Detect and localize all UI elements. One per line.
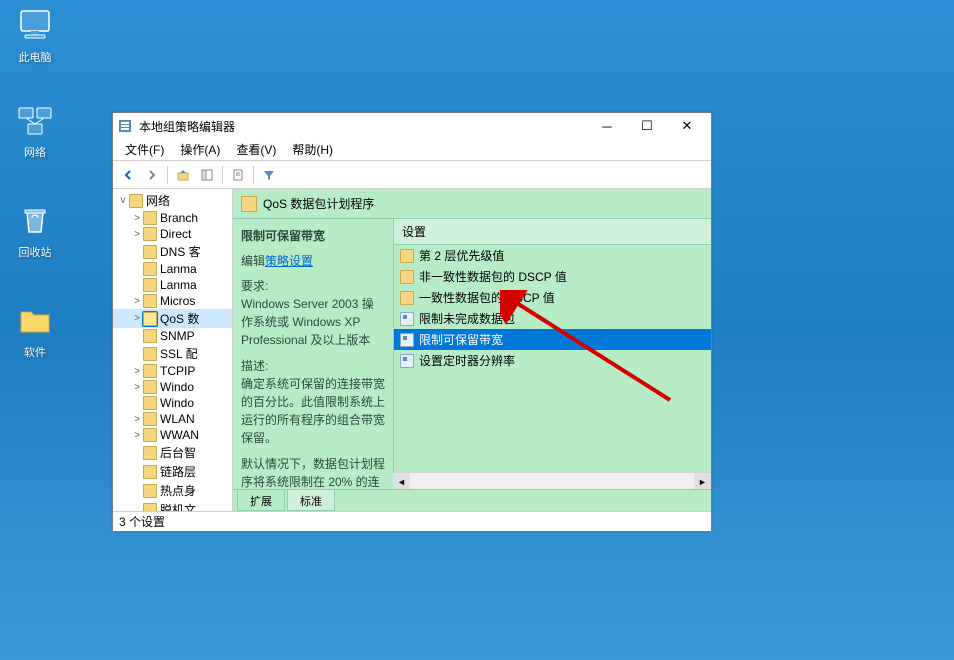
list-item[interactable]: 第 2 层优先级值 <box>394 245 711 266</box>
tree-node[interactable]: >Direct <box>113 226 232 242</box>
menu-help[interactable]: 帮助(H) <box>284 139 341 160</box>
computer-icon <box>15 5 55 45</box>
scroll-left-button[interactable]: ◄ <box>393 473 410 489</box>
show-hide-button[interactable] <box>196 164 218 186</box>
filter-button[interactable] <box>258 164 280 186</box>
tree-node[interactable]: SNMP <box>113 328 232 344</box>
tree-node-root[interactable]: v网络 <box>113 191 232 210</box>
list-item[interactable]: 一致性数据包的 DSCP 值 <box>394 287 711 308</box>
tree-node[interactable]: 脱机文 <box>113 500 232 511</box>
folder-icon <box>241 196 257 212</box>
desktop-icon-label: 此电脑 <box>5 49 65 65</box>
view-tabs: 扩展 标准 <box>233 489 711 511</box>
setting-icon <box>400 333 414 347</box>
tree-node[interactable]: >Micros <box>113 293 232 309</box>
description-pane: 限制可保留带宽 编辑策略设置 要求:Windows Server 2003 操作… <box>233 219 393 489</box>
list-item[interactable]: 设置定时器分辨率 <box>394 350 711 371</box>
policy-title: 限制可保留带宽 <box>241 227 385 244</box>
tree-node[interactable]: >Branch <box>113 210 232 226</box>
settings-list[interactable]: 第 2 层优先级值非一致性数据包的 DSCP 值一致性数据包的 DSCP 值限制… <box>393 245 711 472</box>
tree-node[interactable]: DNS 客 <box>113 242 232 261</box>
network-icon <box>15 100 55 140</box>
window-title: 本地组策略编辑器 <box>139 118 587 135</box>
tab-standard[interactable]: 标准 <box>287 490 335 511</box>
forward-button[interactable] <box>141 164 163 186</box>
maximize-button[interactable]: ☐ <box>627 115 667 137</box>
tree-node[interactable]: >QoS 数 <box>113 309 232 328</box>
app-icon <box>117 118 133 134</box>
back-button[interactable] <box>117 164 139 186</box>
menu-file[interactable]: 文件(F) <box>117 139 172 160</box>
folder-icon <box>400 270 414 284</box>
desktop-icon-label: 软件 <box>5 344 65 360</box>
tree-node[interactable]: 后台智 <box>113 443 232 462</box>
edit-policy-link[interactable]: 策略设置 <box>265 254 313 268</box>
scroll-right-button[interactable]: ► <box>694 473 711 489</box>
horizontal-scrollbar[interactable]: ◄ ► <box>393 472 711 489</box>
close-button[interactable]: ✕ <box>667 115 707 137</box>
list-item[interactable]: 非一致性数据包的 DSCP 值 <box>394 266 711 287</box>
tree-node[interactable]: 链路层 <box>113 462 232 481</box>
toolbar <box>113 161 711 189</box>
desktop-icon-recycle[interactable]: 回收站 <box>5 200 65 260</box>
tree-node[interactable]: >TCPIP <box>113 363 232 379</box>
list-item[interactable]: 限制未完成数据包 <box>394 308 711 329</box>
setting-icon <box>400 354 414 368</box>
desktop-icon-computer[interactable]: 此电脑 <box>5 5 65 65</box>
tree-node[interactable]: Windo <box>113 395 232 411</box>
tree-node[interactable]: >Windo <box>113 379 232 395</box>
properties-button[interactable] <box>227 164 249 186</box>
header-title: QoS 数据包计划程序 <box>263 195 374 212</box>
folder-icon <box>400 291 414 305</box>
tree-node[interactable]: >WWAN <box>113 427 232 443</box>
tab-extended[interactable]: 扩展 <box>237 490 285 511</box>
tree-node[interactable]: Lanma <box>113 261 232 277</box>
desktop-icon-label: 网络 <box>5 144 65 160</box>
desktop-icon-network[interactable]: 网络 <box>5 100 65 160</box>
menubar: 文件(F) 操作(A) 查看(V) 帮助(H) <box>113 139 711 161</box>
tree-node[interactable]: >WLAN <box>113 411 232 427</box>
gpedit-window: 本地组策略编辑器 ─ ☐ ✕ 文件(F) 操作(A) 查看(V) 帮助(H) v… <box>112 112 712 532</box>
menu-action[interactable]: 操作(A) <box>172 139 228 160</box>
status-text: 3 个设置 <box>119 513 165 530</box>
titlebar: 本地组策略编辑器 ─ ☐ ✕ <box>113 113 711 139</box>
list-column-header[interactable]: 设置 <box>393 219 711 245</box>
status-bar: 3 个设置 <box>113 511 711 531</box>
desktop-icon-label: 回收站 <box>5 244 65 260</box>
content-header: QoS 数据包计划程序 <box>233 189 711 219</box>
tree-node[interactable]: Lanma <box>113 277 232 293</box>
setting-icon <box>400 312 414 326</box>
scroll-track[interactable] <box>410 473 694 489</box>
menu-view[interactable]: 查看(V) <box>228 139 284 160</box>
desktop-icon-software[interactable]: 软件 <box>5 300 65 360</box>
folder-icon <box>400 249 414 263</box>
tree-node[interactable]: 热点身 <box>113 481 232 500</box>
up-button[interactable] <box>172 164 194 186</box>
tree-node[interactable]: SSL 配 <box>113 344 232 363</box>
list-item[interactable]: 限制可保留带宽 <box>394 329 711 350</box>
minimize-button[interactable]: ─ <box>587 115 627 137</box>
recycle-icon <box>15 200 55 240</box>
folder-icon <box>15 300 55 340</box>
tree-pane[interactable]: v网络 >Branch>DirectDNS 客LanmaLanma>Micros… <box>113 189 233 511</box>
